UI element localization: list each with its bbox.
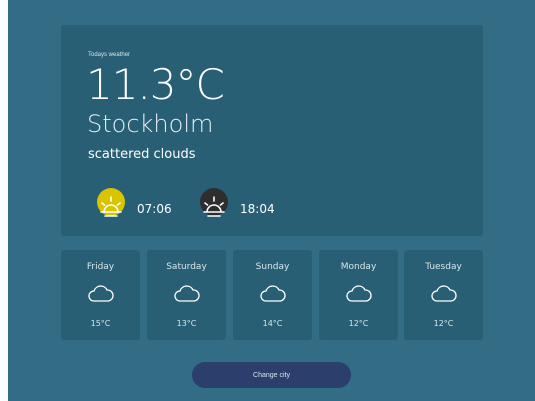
forecast-day: Saturday <box>166 262 207 272</box>
cloud-icon <box>260 285 286 302</box>
forecast-day: Monday <box>340 262 377 272</box>
forecast-day: Sunday <box>255 262 290 272</box>
forecast-card: Friday 15°C <box>61 250 140 340</box>
forecast-card: Sunday 14°C <box>233 250 312 340</box>
sunset-time: 18:04 <box>240 202 275 216</box>
city-name: Stockholm <box>87 110 214 138</box>
cloud-icon <box>88 285 114 302</box>
weather-description: scattered clouds <box>88 147 196 162</box>
cloud-icon <box>174 285 200 302</box>
forecast-temp: 15°C <box>90 319 111 328</box>
forecast-temp: 14°C <box>262 319 283 328</box>
forecast-card: Tuesday 12°C <box>404 250 483 340</box>
forecast-card: Saturday 13°C <box>147 250 226 340</box>
sunrise-time: 07:06 <box>137 202 172 216</box>
sunrise-icon <box>97 188 125 217</box>
sunset-icon <box>200 188 228 217</box>
change-city-button[interactable]: Change city <box>192 362 351 388</box>
forecast-card: Monday 12°C <box>319 250 398 340</box>
today-label: Todays weather <box>88 52 131 58</box>
forecast-day: Friday <box>86 262 115 272</box>
current-temperature: 11.3°C <box>86 60 225 109</box>
cloud-icon <box>431 285 457 302</box>
forecast-temp: 12°C <box>348 319 369 328</box>
weather-app: Todays weather 11.3°C Stockholm scattere… <box>8 0 535 401</box>
forecast-temp: 13°C <box>176 319 197 328</box>
sunset-info: 18:04 <box>194 185 275 225</box>
cloud-icon <box>346 285 372 302</box>
current-weather-card: Todays weather 11.3°C Stockholm scattere… <box>61 25 483 236</box>
forecast-day: Tuesday <box>425 262 462 272</box>
sunrise-info: 07:06 <box>91 185 172 225</box>
forecast-temp: 12°C <box>433 319 454 328</box>
